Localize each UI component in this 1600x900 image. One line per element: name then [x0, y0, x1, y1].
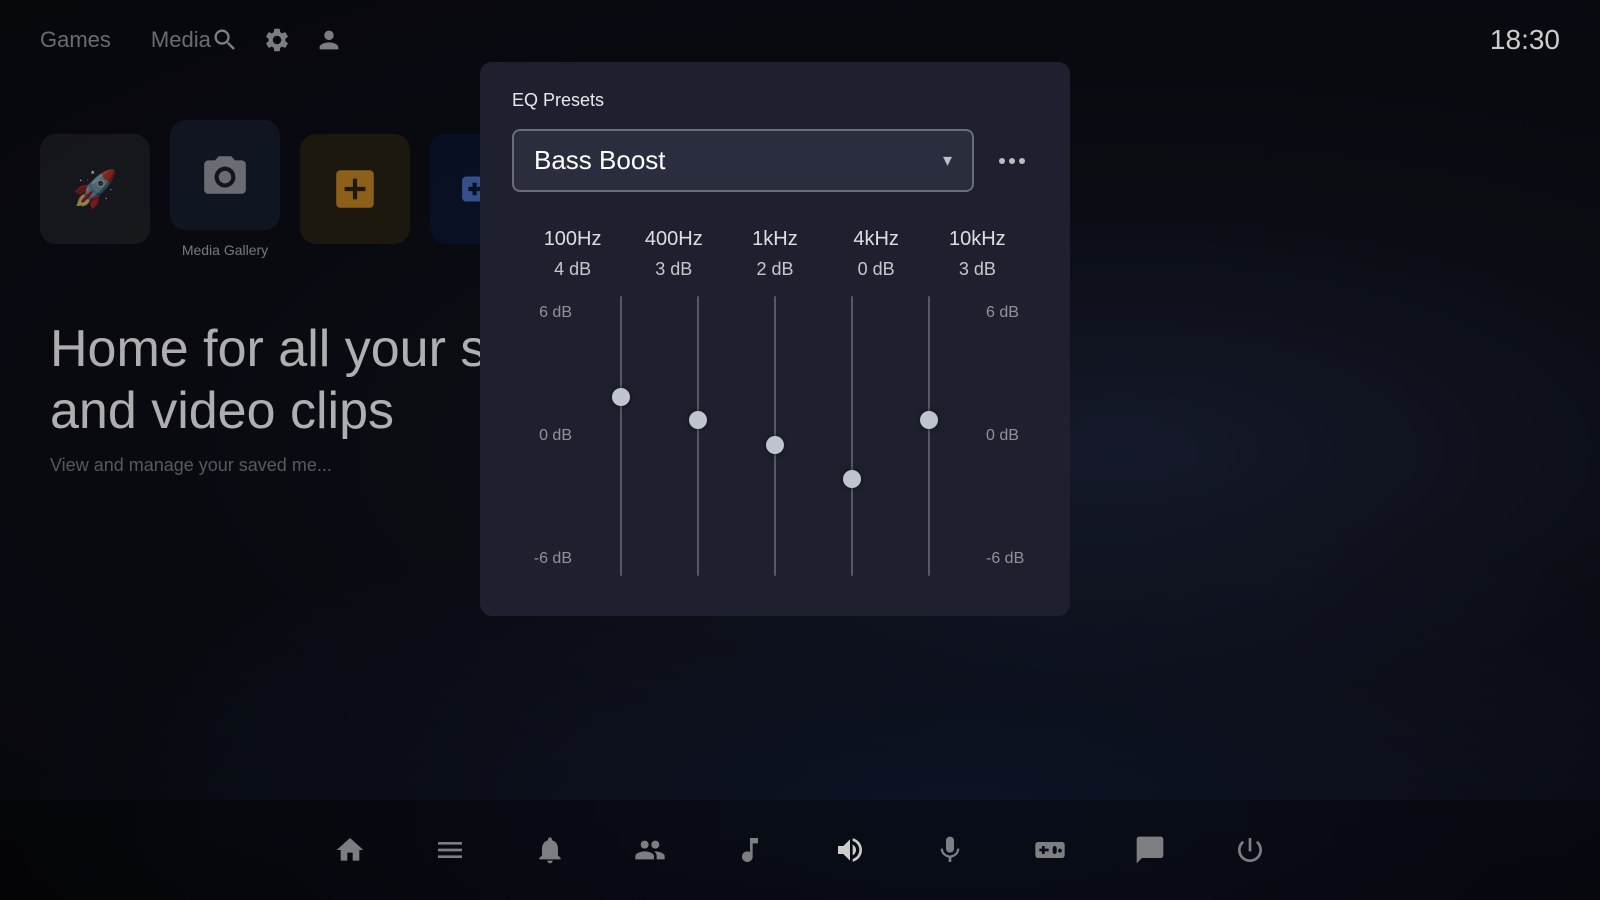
eq-slider-400hz[interactable]: [659, 296, 736, 576]
left-label-6db: 6 dB: [522, 304, 572, 322]
eq-sliders-tracks: [572, 296, 978, 576]
slider-thumb-1[interactable]: [689, 411, 707, 429]
slider-thumb-2[interactable]: [766, 436, 784, 454]
slider-track-wrap-2: [773, 296, 777, 576]
eq-db-values: 4 dB 3 dB 2 dB 0 dB 3 dB: [522, 259, 1028, 280]
db-val-1: 3 dB: [634, 259, 714, 280]
eq-sliders-container: 100Hz 400Hz 1kHz 4kHz 10kHz 4 dB 3 dB 2 …: [512, 228, 1038, 576]
eq-dialog-title: EQ Presets: [512, 90, 1038, 111]
slider-track-2: [774, 296, 776, 576]
eq-sliders-area: 6 dB 0 dB -6 dB: [522, 296, 1028, 576]
dot-2: [1009, 158, 1015, 164]
right-label-0db: 0 dB: [978, 427, 1028, 445]
freq-1khz: 1kHz: [735, 228, 815, 251]
slider-track-wrap-3: [850, 296, 854, 576]
db-val-2: 2 dB: [735, 259, 815, 280]
eq-dialog: EQ Presets Bass Boost ▾ 100Hz 400Hz 1kHz…: [480, 62, 1070, 616]
freq-400hz: 400Hz: [634, 228, 714, 251]
eq-slider-100hz[interactable]: [582, 296, 659, 576]
eq-slider-4khz[interactable]: [814, 296, 891, 576]
freq-4khz: 4kHz: [836, 228, 916, 251]
slider-thumb-4[interactable]: [920, 411, 938, 429]
slider-track-0: [620, 296, 622, 576]
eq-left-labels: 6 dB 0 dB -6 dB: [522, 296, 572, 576]
db-val-4: 3 dB: [937, 259, 1017, 280]
slider-track-wrap-0: [619, 296, 623, 576]
slider-track-wrap-1: [696, 296, 700, 576]
eq-slider-1khz[interactable]: [736, 296, 813, 576]
dot-3: [1019, 158, 1025, 164]
eq-dropdown-row: Bass Boost ▾: [512, 129, 1038, 192]
right-label-6db: 6 dB: [978, 304, 1028, 322]
left-label-neg6db: -6 dB: [522, 550, 572, 568]
slider-thumb-3[interactable]: [843, 470, 861, 488]
db-val-3: 0 dB: [836, 259, 916, 280]
slider-track-wrap-4: [927, 296, 931, 576]
slider-thumb-0[interactable]: [612, 388, 630, 406]
slider-track-4: [928, 296, 930, 576]
db-val-0: 4 dB: [533, 259, 613, 280]
eq-more-button[interactable]: [986, 135, 1038, 187]
right-label-neg6db: -6 dB: [978, 550, 1028, 568]
freq-10khz: 10kHz: [937, 228, 1017, 251]
dot-1: [999, 158, 1005, 164]
slider-track-3: [851, 296, 853, 576]
dropdown-arrow-icon: ▾: [943, 150, 952, 171]
eq-preset-name: Bass Boost: [534, 145, 666, 176]
eq-preset-dropdown[interactable]: Bass Boost ▾: [512, 129, 974, 192]
eq-freq-labels: 100Hz 400Hz 1kHz 4kHz 10kHz: [522, 228, 1028, 251]
left-label-0db: 0 dB: [522, 427, 572, 445]
eq-slider-10khz[interactable]: [891, 296, 968, 576]
slider-track-1: [697, 296, 699, 576]
freq-100hz: 100Hz: [533, 228, 613, 251]
eq-right-labels: 6 dB 0 dB -6 dB: [978, 296, 1028, 576]
